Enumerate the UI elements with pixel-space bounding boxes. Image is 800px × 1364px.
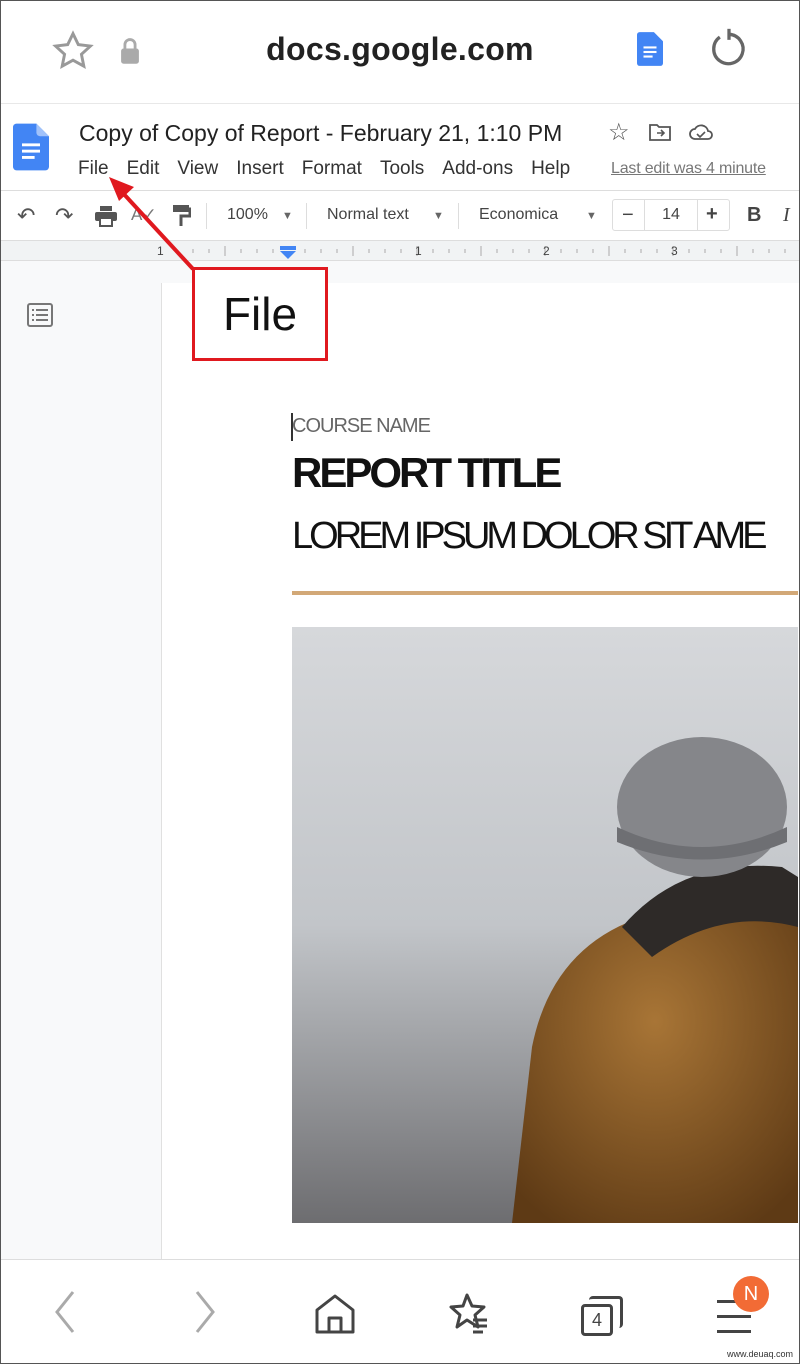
course-name[interactable]: COURSE NAME: [292, 415, 692, 438]
document-page[interactable]: COURSE NAME REPORT TITLE LOREM IPSUM DOL…: [161, 283, 799, 1259]
browser-bottom-bar: 4 N www.deuaq.com: [1, 1259, 799, 1363]
report-photo[interactable]: [292, 627, 798, 1223]
outline-icon[interactable]: [27, 303, 53, 327]
bookmarks-icon[interactable]: [445, 1292, 489, 1336]
accent-divider: [292, 591, 798, 595]
tab-count: 4: [581, 1304, 613, 1336]
notification-badge: N: [733, 1276, 769, 1312]
tabs-button[interactable]: 4: [579, 1296, 625, 1340]
annotation-arrow: [109, 177, 195, 271]
report-subtitle[interactable]: LOREM IPSUM DOLOR SIT AME: [292, 515, 798, 558]
forward-icon[interactable]: [189, 1290, 219, 1334]
home-icon[interactable]: [313, 1292, 357, 1336]
back-icon[interactable]: [51, 1290, 81, 1334]
report-title[interactable]: REPORT TITLE: [292, 449, 792, 497]
document-canvas: COURSE NAME REPORT TITLE LOREM IPSUM DOL…: [1, 261, 799, 1259]
watermark: www.deuaq.com: [726, 1349, 793, 1359]
